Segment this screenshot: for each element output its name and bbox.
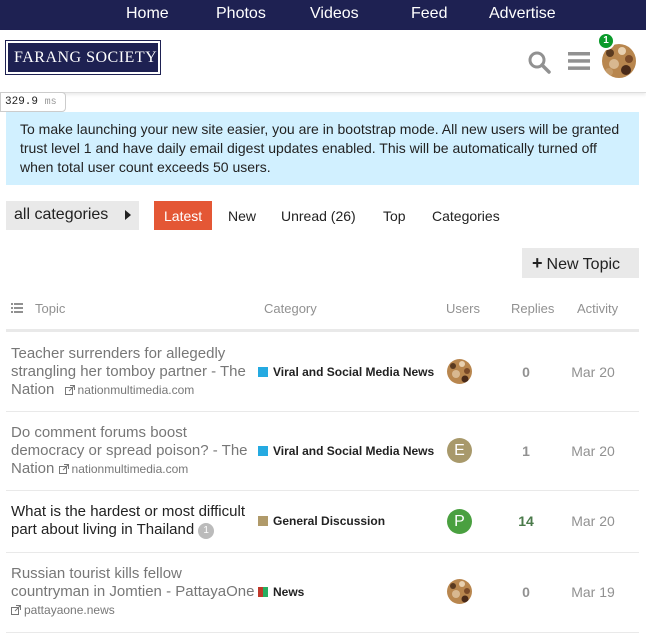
reply-count[interactable]: 14 [505, 513, 547, 529]
category-label: News [273, 585, 305, 599]
col-category[interactable]: Category [264, 301, 317, 316]
col-users[interactable]: Users [446, 301, 480, 316]
new-topic-button[interactable]: + New Topic [522, 248, 639, 278]
topic-title[interactable]: What is the hardest or most difficult pa… [11, 503, 257, 539]
col-activity[interactable]: Activity [577, 301, 618, 316]
activity-date[interactable]: Mar 20 [565, 513, 621, 529]
category-dropdown[interactable]: all categories [6, 201, 139, 230]
top-nav: Home Photos Videos Feed Advertise [0, 0, 646, 30]
unread-count-badge[interactable]: 1 [198, 523, 215, 539]
category-color-square [258, 587, 268, 597]
poster-avatar[interactable]: E [447, 438, 472, 463]
topic-title[interactable]: Do comment forums boost democracy or spr… [11, 424, 257, 478]
nav-photos[interactable]: Photos [216, 5, 266, 23]
col-topic[interactable]: Topic [35, 301, 65, 316]
nav-home[interactable]: Home [126, 5, 169, 23]
external-link-icon [58, 464, 69, 474]
category-color-square [258, 446, 268, 456]
topic-domain[interactable]: pattayaone.news [24, 603, 115, 617]
category-dropdown-label: all categories [14, 206, 109, 223]
tab-top[interactable]: Top [373, 201, 416, 230]
poster-avatar[interactable]: P [447, 509, 472, 534]
tab-new[interactable]: New [218, 201, 266, 230]
reply-count[interactable]: 1 [505, 443, 547, 459]
activity-date[interactable]: Mar 20 [565, 443, 621, 459]
tab-latest[interactable]: Latest [154, 201, 213, 230]
search-icon[interactable] [527, 50, 551, 74]
bootstrap-banner: To make launching your new site easier, … [6, 112, 639, 185]
category-label: Viral and Social Media News [273, 365, 435, 379]
category-color-square [258, 516, 268, 526]
external-link-icon [11, 605, 21, 615]
timer-value: 329.9 [5, 96, 39, 108]
topic-title-text[interactable]: Russian tourist kills fellow countryman … [11, 565, 254, 600]
category-color-square [258, 367, 268, 377]
topic-title[interactable]: Russian tourist kills fellow countryman … [11, 565, 257, 619]
poster-avatar[interactable] [447, 359, 472, 384]
tab-categories[interactable]: Categories [422, 201, 510, 230]
notification-badge[interactable]: 1 [597, 32, 615, 50]
category-label: General Discussion [273, 514, 386, 528]
plus-icon: + [532, 253, 543, 273]
logo-text: FARANG SOCIETY [14, 49, 158, 66]
activity-date[interactable]: Mar 19 [565, 584, 621, 600]
tab-unread[interactable]: Unread (26) [271, 201, 366, 230]
topic-category[interactable]: Viral and Social Media News [258, 444, 434, 458]
topic-category[interactable]: News [258, 585, 304, 599]
profiler-timer[interactable]: 329.9 ms [0, 92, 66, 112]
reply-count[interactable]: 0 [505, 364, 547, 380]
list-icon [11, 303, 23, 313]
topic-title[interactable]: Teacher surrenders for allegedly strangl… [11, 345, 257, 399]
external-link-icon [64, 385, 75, 395]
nav-videos[interactable]: Videos [310, 5, 359, 23]
topic-category[interactable]: Viral and Social Media News [258, 365, 434, 379]
nav-advertise[interactable]: Advertise [489, 5, 556, 23]
activity-date[interactable]: Mar 20 [565, 364, 621, 380]
topic-category[interactable]: General Discussion [258, 514, 385, 528]
timer-unit: ms [44, 97, 57, 108]
site-logo[interactable]: FARANG SOCIETY [5, 40, 161, 75]
topic-domain[interactable]: nationmultimedia.com [72, 462, 189, 476]
poster-avatar[interactable] [447, 579, 472, 604]
reply-count[interactable]: 0 [505, 584, 547, 600]
hamburger-menu-icon[interactable] [568, 51, 590, 71]
col-replies[interactable]: Replies [511, 301, 554, 316]
caret-right-icon [125, 210, 131, 220]
nav-feed[interactable]: Feed [411, 5, 447, 23]
topic-domain[interactable]: nationmultimedia.com [78, 383, 195, 397]
category-label: Viral and Social Media News [273, 444, 435, 458]
new-topic-label: New Topic [546, 256, 621, 273]
